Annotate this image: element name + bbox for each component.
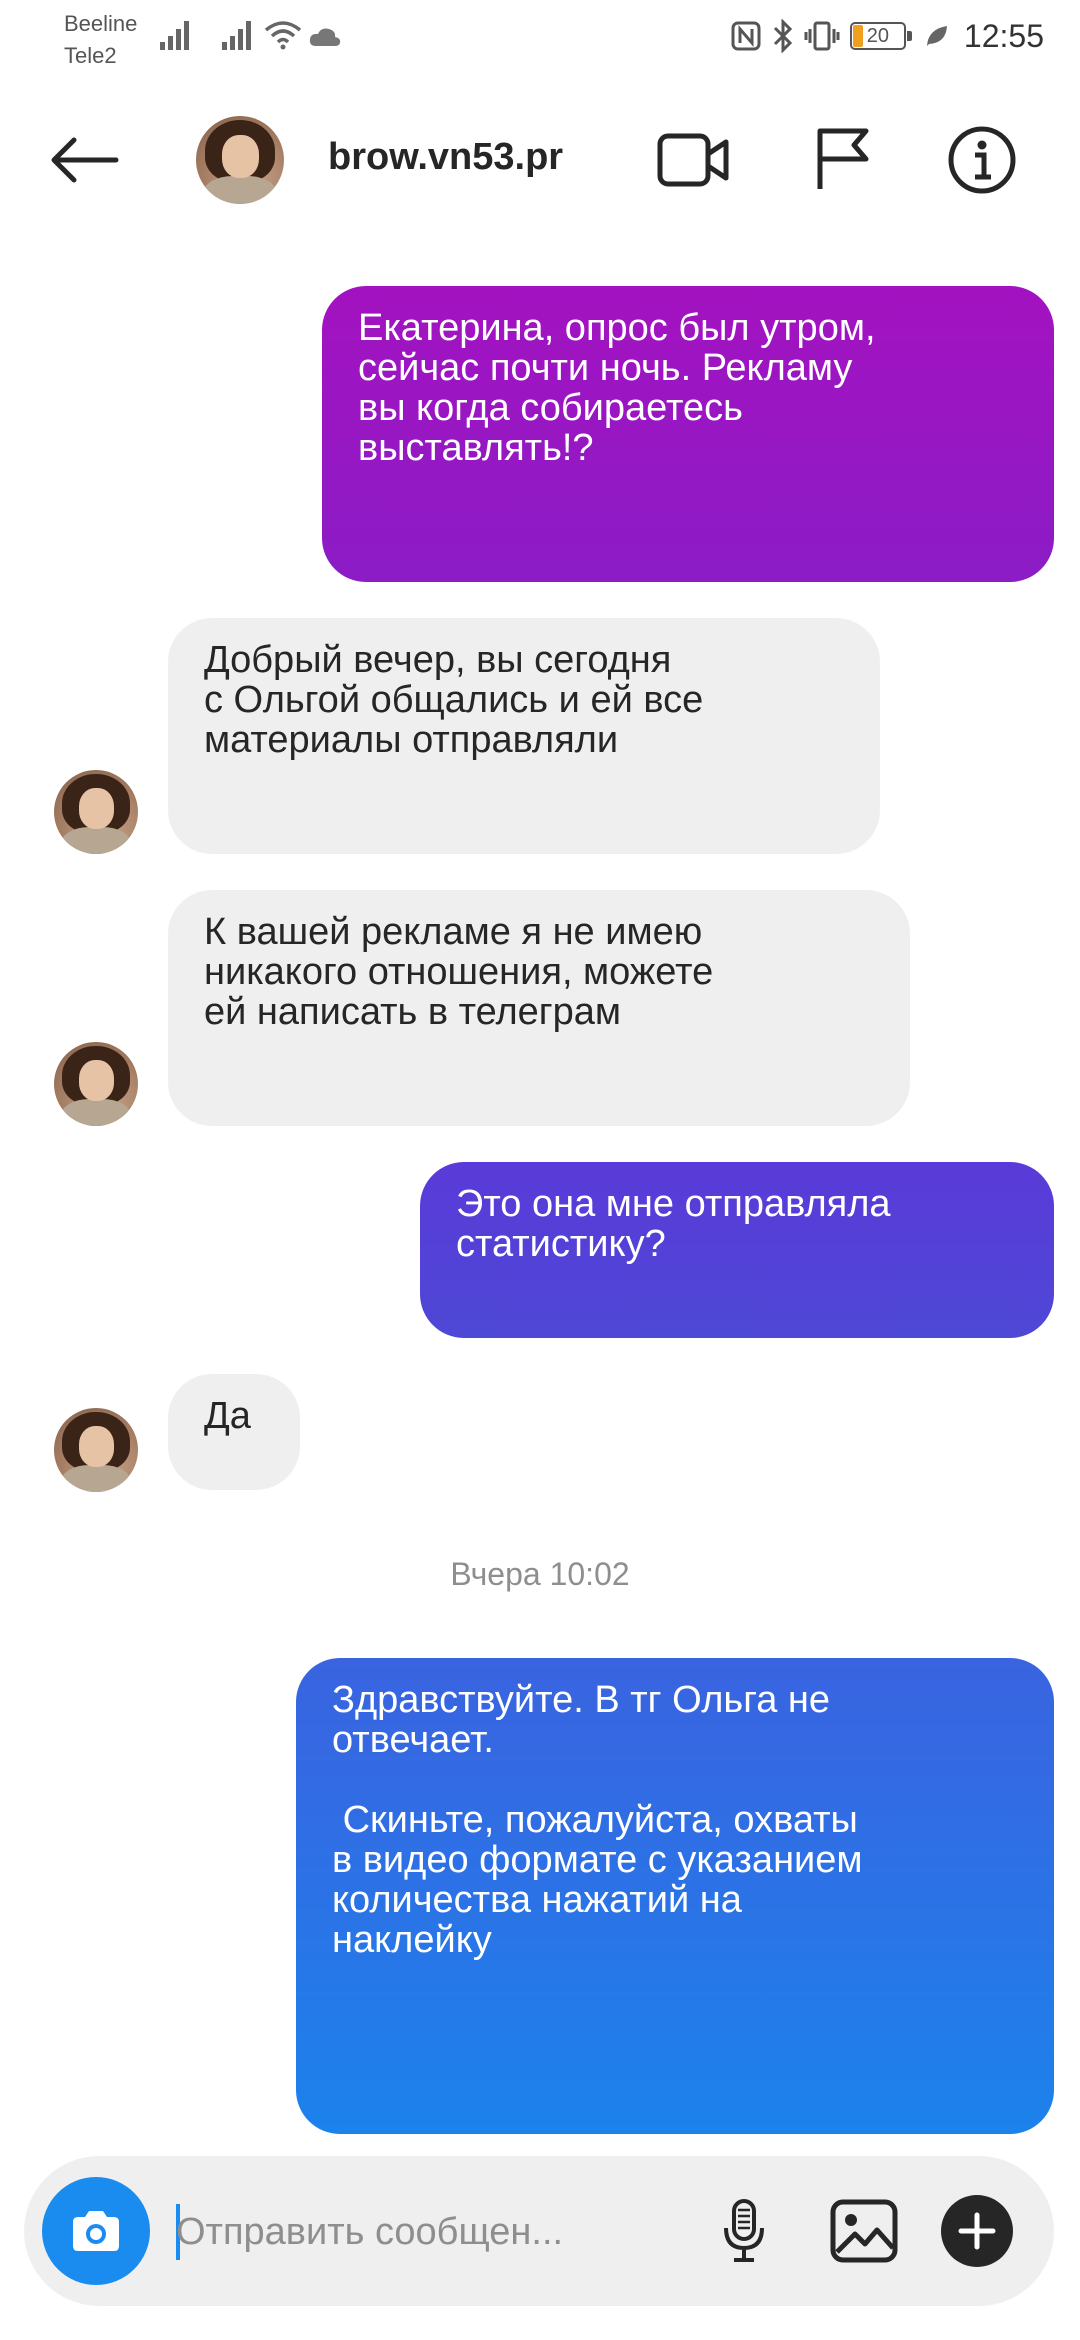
message-input[interactable] bbox=[176, 2204, 696, 2260]
incoming-message[interactable]: Да bbox=[168, 1374, 300, 1490]
microphone-icon bbox=[724, 2199, 764, 2262]
info-button[interactable] bbox=[940, 120, 1024, 200]
message-composer bbox=[24, 2156, 1054, 2306]
more-options-button[interactable] bbox=[932, 2186, 1022, 2276]
plus-icon bbox=[941, 2195, 1013, 2267]
outgoing-message[interactable]: Это она мне отправляла статистику? bbox=[420, 1162, 1054, 1338]
carrier-1: Beeline bbox=[64, 11, 138, 36]
bluetooth-icon bbox=[773, 19, 793, 53]
report-button[interactable] bbox=[800, 120, 884, 200]
gallery-icon bbox=[830, 2199, 898, 2263]
contact-username[interactable]: brow.vn53.pr bbox=[328, 136, 563, 179]
carrier-2: Tele2 bbox=[64, 43, 117, 68]
battery-indicator: 20 bbox=[849, 22, 912, 50]
battery-level: 20 bbox=[866, 24, 890, 47]
wifi-icon bbox=[264, 21, 302, 50]
cloud-icon bbox=[309, 28, 341, 46]
camera-icon bbox=[73, 2211, 119, 2251]
gallery-button[interactable] bbox=[824, 2191, 904, 2271]
carrier-names: Beeline Tele2 bbox=[64, 8, 137, 72]
outgoing-message[interactable]: Екатерина, опрос был утром, сейчас почти… bbox=[322, 286, 1054, 582]
signal-1-icon bbox=[160, 21, 189, 50]
video-call-button[interactable] bbox=[652, 120, 736, 200]
camera-button[interactable] bbox=[42, 2177, 150, 2285]
chat-header: brow.vn53.pr bbox=[0, 100, 1080, 220]
leaf-icon bbox=[926, 26, 947, 46]
signal-2-icon bbox=[222, 21, 251, 50]
vibrate-icon bbox=[804, 21, 840, 51]
outgoing-message[interactable]: Здравствуйте. В тг Ольга не отвечает. Ск… bbox=[296, 1658, 1054, 2134]
nfc-icon bbox=[731, 21, 761, 51]
voice-message-button[interactable] bbox=[704, 2191, 784, 2271]
back-arrow-icon bbox=[51, 137, 119, 183]
flag-icon bbox=[817, 128, 869, 189]
incoming-message[interactable]: Добрый вечер, вы сегодня с Ольгой общали… bbox=[168, 618, 880, 854]
status-time: 12:55 bbox=[963, 17, 1044, 54]
contact-avatar[interactable] bbox=[196, 116, 284, 204]
back-button[interactable] bbox=[44, 122, 124, 198]
status-right: 20 12:55 bbox=[730, 14, 1044, 58]
sender-avatar[interactable] bbox=[54, 1408, 138, 1492]
message-timestamp: Вчера 10:02 bbox=[450, 1556, 630, 1592]
video-call-icon bbox=[657, 133, 729, 187]
sender-avatar[interactable] bbox=[54, 770, 138, 854]
status-bar: Beeline Tele2 20 12:55 bbox=[0, 0, 1080, 80]
info-icon bbox=[948, 126, 1016, 194]
sender-avatar[interactable] bbox=[54, 1042, 138, 1126]
incoming-message[interactable]: К вашей рекламе я не имею никакого отнош… bbox=[168, 890, 910, 1126]
